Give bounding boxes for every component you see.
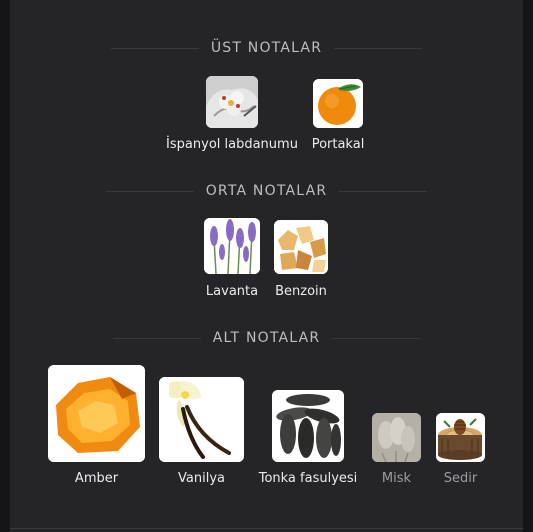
divider [112, 337, 201, 339]
lavender-image [204, 218, 260, 274]
benzoin-resin-image [274, 220, 328, 274]
section-title-top-notes: ÜST NOTALAR [10, 38, 523, 58]
note-tonka[interactable]: Tonka fasulyesi [259, 390, 357, 486]
note-labdanum[interactable]: İspanyol labdanumu [166, 76, 298, 152]
divider [10, 528, 523, 529]
divider [339, 190, 428, 192]
note-cedar[interactable]: Sedir [436, 413, 485, 486]
tonka-bean-image [272, 390, 344, 462]
divider [110, 47, 199, 49]
musk-image [372, 413, 421, 462]
note-orange[interactable]: Portakal [312, 79, 364, 152]
amber-image [48, 365, 145, 462]
divider [105, 190, 194, 192]
cedar-image [436, 413, 485, 462]
orange-image [313, 79, 363, 128]
vanilla-image [159, 377, 244, 462]
note-musk[interactable]: Misk [372, 413, 421, 486]
note-vanilla[interactable]: Vanilya [159, 377, 244, 486]
note-benzoin[interactable]: Benzoin [274, 220, 328, 299]
note-amber[interactable]: Amber [48, 365, 145, 486]
divider [334, 47, 423, 49]
note-lavender[interactable]: Lavanta [204, 218, 260, 299]
section-title-base-notes: ALT NOTALAR [10, 328, 523, 348]
divider [332, 337, 421, 339]
labdanum-flower-image [206, 76, 258, 128]
section-title-middle-notes: ORTA NOTALAR [10, 181, 523, 201]
